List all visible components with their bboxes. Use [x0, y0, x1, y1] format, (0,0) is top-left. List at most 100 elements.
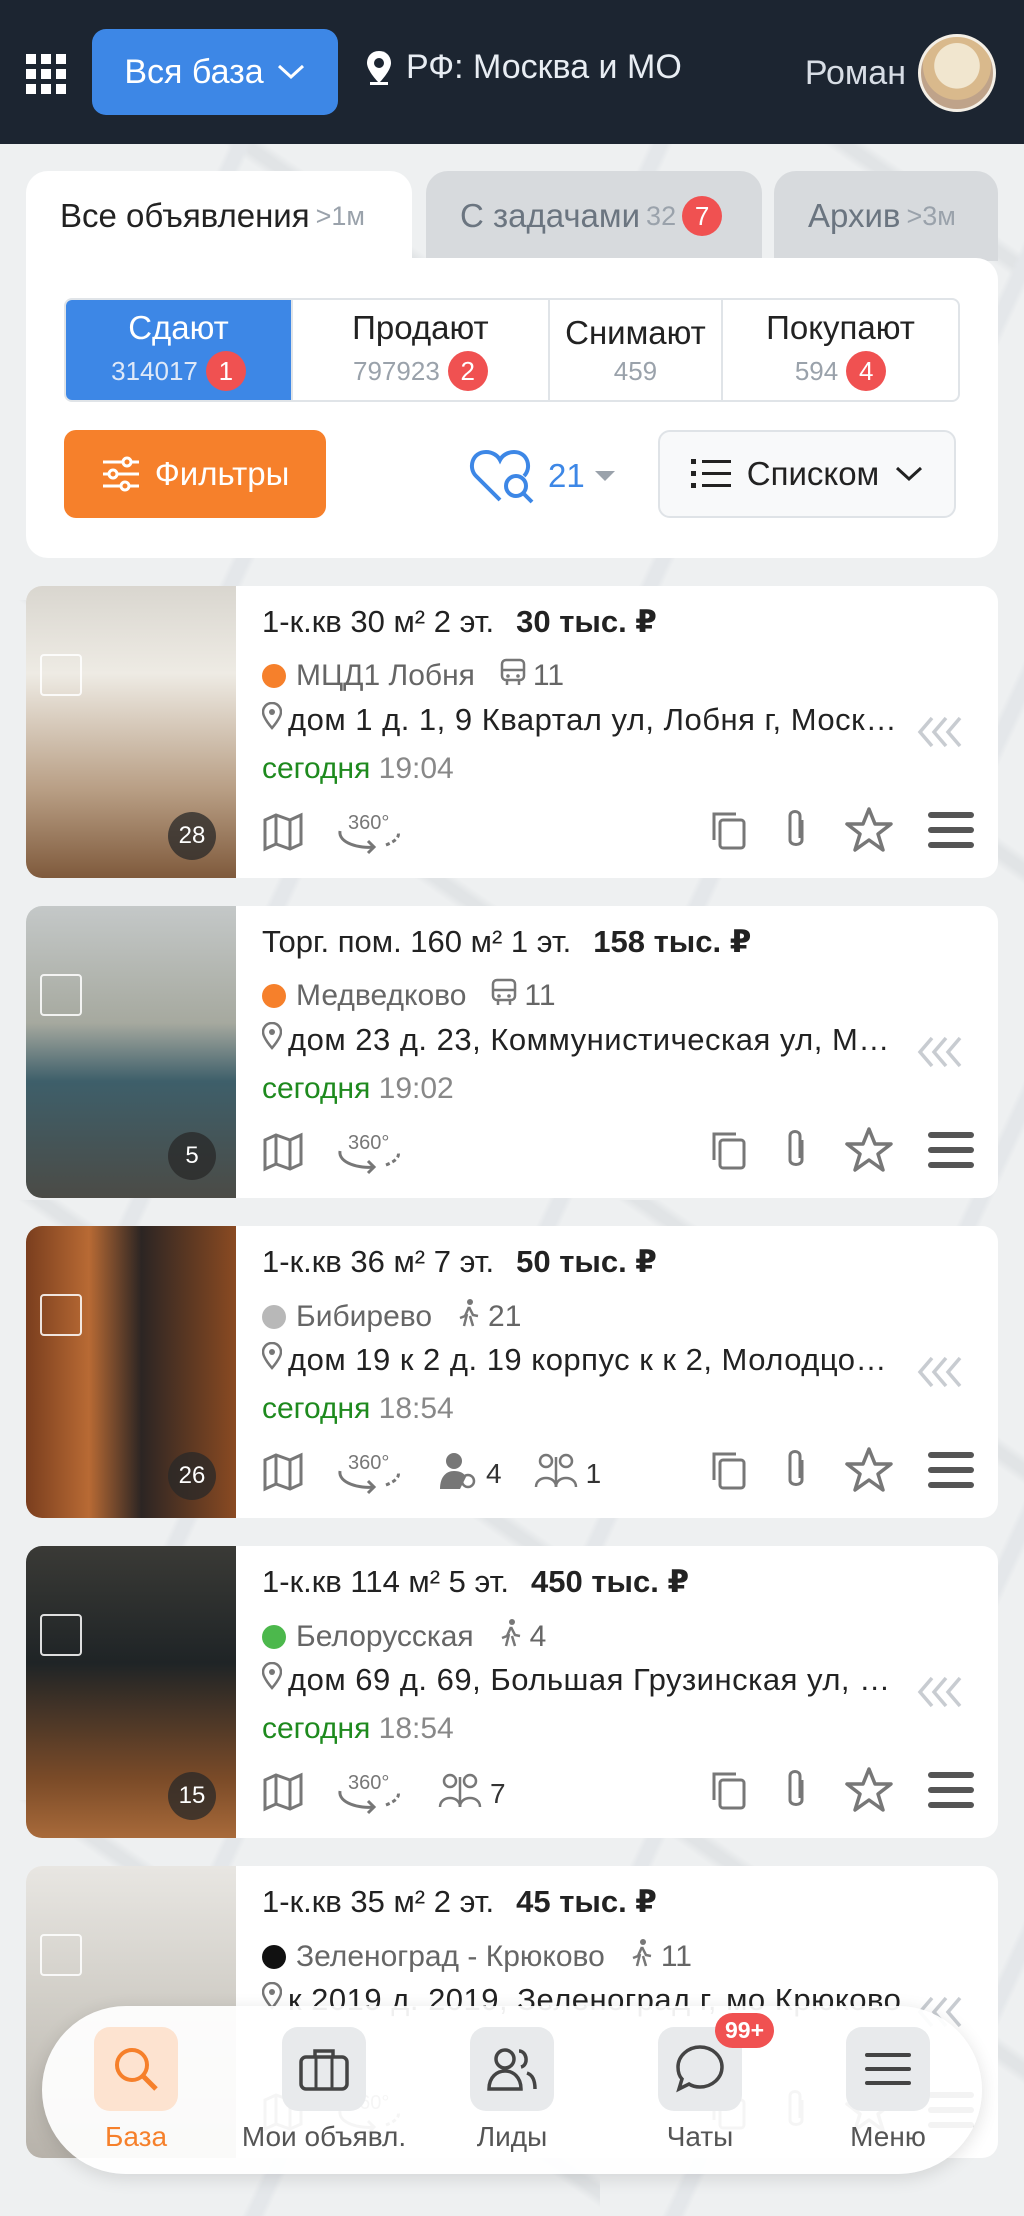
tour-360-icon[interactable]: 360°: [334, 1769, 406, 1820]
listing-title: 1-к.кв 36 м² 7 эт.: [262, 1244, 495, 1279]
svg-text:360°: 360°: [348, 812, 389, 834]
map-icon[interactable]: [262, 812, 304, 857]
paperclip-icon[interactable]: [782, 808, 810, 857]
tab-all-listings[interactable]: Все объявления >1м: [26, 171, 412, 261]
select-checkbox[interactable]: [40, 1934, 82, 1976]
listing-price: 45 тыс. ₽: [516, 1884, 657, 1919]
copy-icon[interactable]: [708, 1448, 748, 1497]
listing-card[interactable]: 5 Торг. пом. 160 м² 1 эт. 158 тыс. ₽ Мед…: [26, 906, 998, 1198]
tour-360-icon[interactable]: 360°: [334, 809, 406, 860]
select-checkbox[interactable]: [40, 654, 82, 696]
photo-count: 5: [168, 1132, 216, 1180]
people-count: 7: [438, 1773, 506, 1816]
swipe-chevrons-icon[interactable]: [914, 1674, 970, 1715]
svg-text:360°: 360°: [348, 1772, 389, 1794]
tab-label: С задачами: [460, 197, 641, 234]
transit-time: 11: [499, 658, 564, 694]
bus-icon: [499, 658, 527, 694]
tab-archive[interactable]: Архив >3м: [774, 171, 998, 261]
listing-photo[interactable]: 15: [26, 1546, 236, 1838]
more-menu-icon[interactable]: [928, 1450, 974, 1495]
location-pin-icon: [262, 702, 283, 738]
chevron-down-icon: [277, 64, 304, 80]
swipe-chevrons-icon[interactable]: [914, 1354, 970, 1395]
listing-tools: [708, 1446, 974, 1499]
extra-count: 1: [585, 1458, 602, 1489]
nav-leads[interactable]: Лиды: [427, 2027, 597, 2153]
more-menu-icon[interactable]: [928, 1130, 974, 1175]
select-checkbox[interactable]: [40, 1294, 82, 1336]
listing-tools: [708, 806, 974, 859]
segment-rent-out[interactable]: Сдают 314017 1: [66, 300, 293, 400]
tour-360-icon[interactable]: 360°: [334, 1129, 406, 1180]
segment-label: Покупают: [766, 309, 915, 346]
base-selector-button[interactable]: Вся база: [92, 29, 338, 115]
listing-card[interactable]: 28 1-к.кв 30 м² 2 эт. 30 тыс. ₽ МЦД1 Лоб…: [26, 586, 998, 878]
location-selector[interactable]: РФ: Москва и МО: [364, 48, 682, 87]
paperclip-icon[interactable]: [782, 1128, 810, 1177]
photo-count: 26: [168, 1452, 216, 1500]
photo-count: 15: [168, 1772, 216, 1820]
transit-minutes: 4: [529, 1620, 547, 1653]
location-pin-icon: [262, 1662, 283, 1698]
listing-photo[interactable]: 28: [26, 586, 236, 878]
map-icon[interactable]: [262, 1772, 304, 1817]
nav-chats[interactable]: 99+ Чаты: [615, 2013, 785, 2153]
star-icon[interactable]: [844, 1126, 894, 1179]
copy-icon[interactable]: [708, 1768, 748, 1817]
segment-sell[interactable]: Продают 797923 2: [293, 300, 550, 400]
listing-price: 450 тыс. ₽: [531, 1564, 690, 1599]
avatar[interactable]: [918, 34, 996, 112]
listing-tools: [708, 1766, 974, 1819]
apps-grid-icon[interactable]: [26, 54, 66, 94]
tour-360-icon[interactable]: 360°: [334, 1449, 406, 1500]
nav-my-listings[interactable]: Мои объявл.: [239, 2027, 409, 2153]
listing-card[interactable]: 26 1-к.кв 36 м² 7 эт. 50 тыс. ₽ Бибирево…: [26, 1226, 998, 1518]
star-icon[interactable]: [844, 1766, 894, 1819]
listing-photo[interactable]: 26: [26, 1226, 236, 1518]
people-count: 1: [534, 1453, 602, 1496]
tab-label: Все объявления: [60, 197, 310, 234]
nav-base[interactable]: База: [51, 2027, 221, 2153]
select-checkbox[interactable]: [40, 1614, 82, 1656]
filters-button[interactable]: Фильтры: [64, 430, 326, 518]
view-mode-button[interactable]: Списком: [658, 430, 956, 518]
nav-label: Лиды: [476, 2121, 548, 2152]
segment-badge: 1: [205, 351, 246, 391]
more-menu-icon[interactable]: [928, 810, 974, 855]
map-icon[interactable]: [262, 1452, 304, 1497]
more-menu-icon[interactable]: [928, 1770, 974, 1815]
segment-rent[interactable]: Снимают 459: [550, 300, 724, 400]
listing-card[interactable]: 15 1-к.кв 114 м² 5 эт. 450 тыс. ₽ Белору…: [26, 1546, 998, 1838]
paperclip-icon[interactable]: [782, 1448, 810, 1497]
star-icon[interactable]: [844, 1446, 894, 1499]
swipe-chevrons-icon[interactable]: [914, 1034, 970, 1075]
user-profile[interactable]: Роман: [805, 34, 996, 112]
tab-badge: 7: [682, 196, 723, 236]
metro-station: Бибирево: [296, 1300, 433, 1333]
star-icon[interactable]: [844, 806, 894, 859]
paperclip-icon[interactable]: [782, 1768, 810, 1817]
walk-icon: [456, 1298, 482, 1336]
people-icon: [438, 1773, 482, 1816]
select-checkbox[interactable]: [40, 974, 82, 1016]
map-icon[interactable]: [262, 1132, 304, 1177]
tab-with-tasks[interactable]: С задачами 32 7: [426, 171, 762, 261]
listing-address: дом 23 д. 23, Коммунистическая ул, Мыт…: [288, 1022, 902, 1057]
listing-price: 158 тыс. ₽: [593, 924, 752, 959]
copy-icon[interactable]: [708, 808, 748, 857]
user-name: Роман: [804, 53, 906, 92]
walk-icon: [629, 1938, 655, 1976]
segment-buy[interactable]: Покупают 594 4: [723, 300, 958, 400]
nav-menu[interactable]: Меню: [803, 2027, 973, 2153]
nav-label: Меню: [850, 2121, 926, 2152]
menu-icon: [846, 2027, 930, 2111]
copy-icon[interactable]: [708, 1128, 748, 1177]
nav-label: База: [104, 2121, 168, 2152]
listing-photo[interactable]: 5: [26, 906, 236, 1198]
favorites-searches[interactable]: 21: [468, 446, 615, 506]
swipe-chevrons-icon[interactable]: [914, 714, 970, 755]
listing-date: сегодня: [262, 1392, 371, 1425]
deal-type-segments: Сдают 314017 1 Продают 797923 2 Снимают 45…: [64, 298, 960, 402]
filter-panel: Сдают 314017 1 Продают 797923 2 Снимают 45…: [26, 258, 998, 558]
